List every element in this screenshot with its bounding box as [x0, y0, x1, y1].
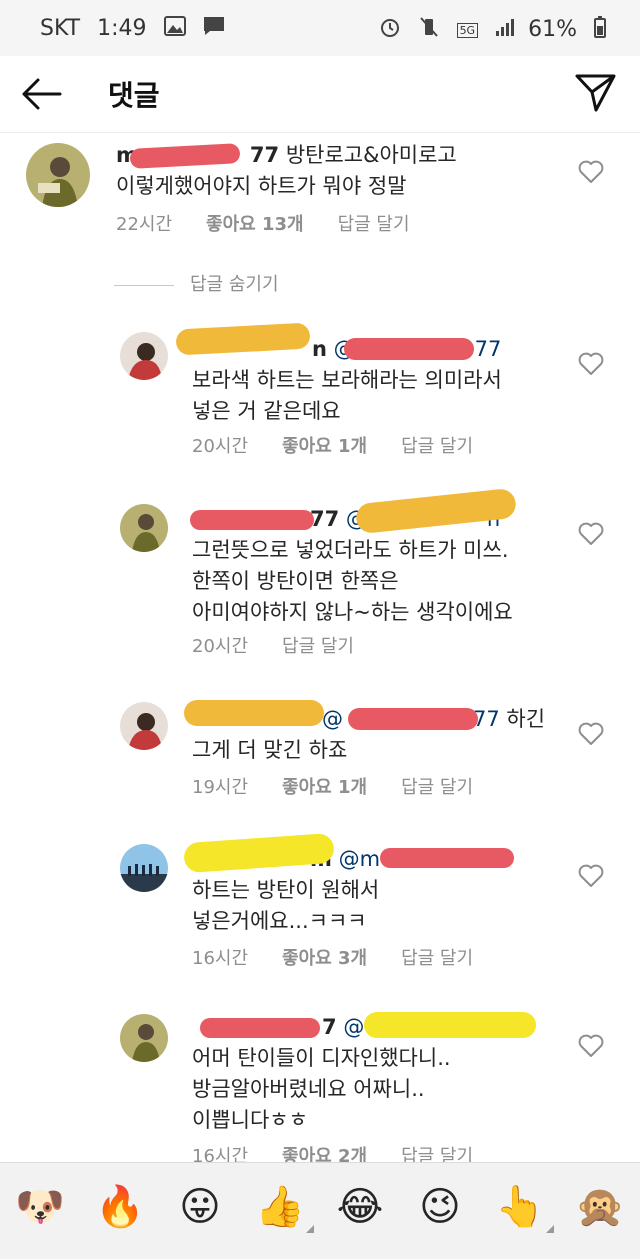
- reply-button[interactable]: 답글 달기: [401, 948, 473, 969]
- reply-line: 아미여야하지 않나~하는 생각이에요: [192, 600, 513, 624]
- alarm-icon: [379, 16, 401, 44]
- redaction-mark: [184, 700, 324, 726]
- emoji-quick-bar: 🐶 🔥 😛 👍 😂 😉 👆 🙊: [0, 1162, 640, 1259]
- reply-line: 이쁩니다ㅎㅎ: [192, 1108, 308, 1132]
- likes-count[interactable]: 좋아요 1개: [282, 777, 367, 798]
- variant-indicator-icon: [306, 1225, 314, 1233]
- reply-username-tail[interactable]: n: [312, 337, 327, 361]
- status-bar: SKT 1:49 5G 61%: [0, 0, 640, 56]
- send-paper-plane-icon[interactable]: [572, 68, 620, 116]
- reply-line: 그런뜻으로 넣었더라도 하트가 미쓰.: [192, 538, 509, 562]
- like-heart-icon[interactable]: [578, 722, 604, 746]
- reply-line: 넣은거에요...ㅋㅋㅋ: [192, 909, 367, 933]
- like-heart-icon[interactable]: [578, 522, 604, 546]
- clock: 1:49: [97, 16, 147, 41]
- reply-meta: 20시간 답글 달기: [192, 632, 388, 658]
- redaction-mark: [364, 1012, 536, 1038]
- comment-line: 이렇게했어야지 하트가 뭐야 정말: [116, 174, 407, 198]
- redaction-mark: [200, 1018, 320, 1038]
- redaction-mark: [190, 510, 314, 530]
- like-heart-icon[interactable]: [578, 1034, 604, 1058]
- comments-header: 댓글: [0, 56, 640, 133]
- redaction-mark: [380, 848, 514, 868]
- speak-no-evil-monkey-emoji-icon[interactable]: 🙊: [572, 1179, 628, 1235]
- avatar[interactable]: [120, 332, 168, 380]
- comment-meta: 22시간 좋아요 13개 답글 달기: [116, 210, 444, 236]
- comment-line: 방탄로고&아미로고: [285, 143, 457, 167]
- like-heart-icon[interactable]: [578, 352, 604, 376]
- fire-emoji-icon[interactable]: 🔥: [92, 1179, 148, 1235]
- back-arrow-icon[interactable]: [18, 70, 66, 118]
- avatar[interactable]: [120, 702, 168, 750]
- signal-icon: [495, 17, 515, 43]
- reply-time: 20시간: [192, 436, 249, 457]
- divider: [114, 284, 174, 286]
- likes-count[interactable]: 좋아요 1개: [282, 436, 367, 457]
- hide-replies-label: 답글 숨기기: [190, 274, 279, 295]
- thumbs-up-emoji-icon[interactable]: 👍: [252, 1179, 314, 1235]
- vibrate-mute-icon: [418, 16, 440, 44]
- reply-meta: 16시간 좋아요 3개 답글 달기: [192, 944, 507, 970]
- 5g-icon: 5G: [456, 22, 479, 38]
- reply-username-tail[interactable]: 7: [322, 1015, 337, 1039]
- comment-time: 22시간: [116, 214, 173, 235]
- like-heart-icon[interactable]: [578, 864, 604, 888]
- likes-count[interactable]: 좋아요 3개: [282, 948, 367, 969]
- reply-line: 넣은 거 같은데요: [192, 399, 341, 423]
- redaction-mark: [348, 708, 478, 730]
- page-title: 댓글: [108, 79, 160, 112]
- message-notification-icon: [203, 16, 225, 42]
- reply-line: 그게 더 맞긴 하죠: [192, 738, 348, 762]
- reply-meta: 19시간 좋아요 1개 답글 달기: [192, 773, 507, 799]
- reply-button[interactable]: 답글 달기: [401, 777, 473, 798]
- reply-line: 한쪽이 방탄이면 한쪽은: [192, 569, 399, 593]
- reply-username-tail[interactable]: 77: [310, 507, 339, 531]
- likes-count[interactable]: 좋아요 13개: [206, 214, 304, 235]
- reply-line: 방금알아버렸네요 어짜니..: [192, 1077, 425, 1101]
- carrier-label: SKT: [40, 16, 81, 41]
- comment-username-tail: 77: [249, 143, 280, 167]
- dog-emoji-icon[interactable]: 🐶: [12, 1179, 68, 1235]
- tears-of-joy-emoji-icon[interactable]: 😂: [332, 1179, 388, 1235]
- reply-button[interactable]: 답글 달기: [338, 214, 410, 235]
- avatar[interactable]: [120, 844, 168, 892]
- redaction-mark: [344, 338, 474, 360]
- reply-inline-text: 하긴: [506, 707, 546, 731]
- point-up-emoji-icon[interactable]: 👆: [492, 1179, 554, 1235]
- wink-emoji-icon[interactable]: 😉: [412, 1179, 468, 1235]
- reply-time: 16시간: [192, 948, 249, 969]
- reply-line: 보라색 하트는 보라해라는 의미라서: [192, 368, 502, 392]
- avatar[interactable]: [26, 143, 90, 207]
- hide-replies-toggle[interactable]: 답글 숨기기: [114, 270, 279, 296]
- reply-button[interactable]: 답글 달기: [282, 636, 354, 657]
- avatar[interactable]: [120, 504, 168, 552]
- like-heart-icon[interactable]: [578, 160, 604, 184]
- reply-button[interactable]: 답글 달기: [401, 436, 473, 457]
- avatar[interactable]: [120, 1014, 168, 1062]
- variant-indicator-icon: [546, 1225, 554, 1233]
- battery-percent: 61%: [528, 17, 577, 42]
- battery-icon: [594, 16, 606, 44]
- reply-meta: 20시간 좋아요 1개 답글 달기: [192, 432, 507, 458]
- reply-time: 20시간: [192, 636, 249, 657]
- reply-line: 하트는 방탄이 원해서: [192, 878, 380, 902]
- gallery-notification-icon: [163, 16, 186, 42]
- tongue-emoji-icon[interactable]: 😛: [172, 1179, 228, 1235]
- reply-time: 19시간: [192, 777, 249, 798]
- reply-line: 어머 탄이들이 디자인했다니..: [192, 1046, 451, 1070]
